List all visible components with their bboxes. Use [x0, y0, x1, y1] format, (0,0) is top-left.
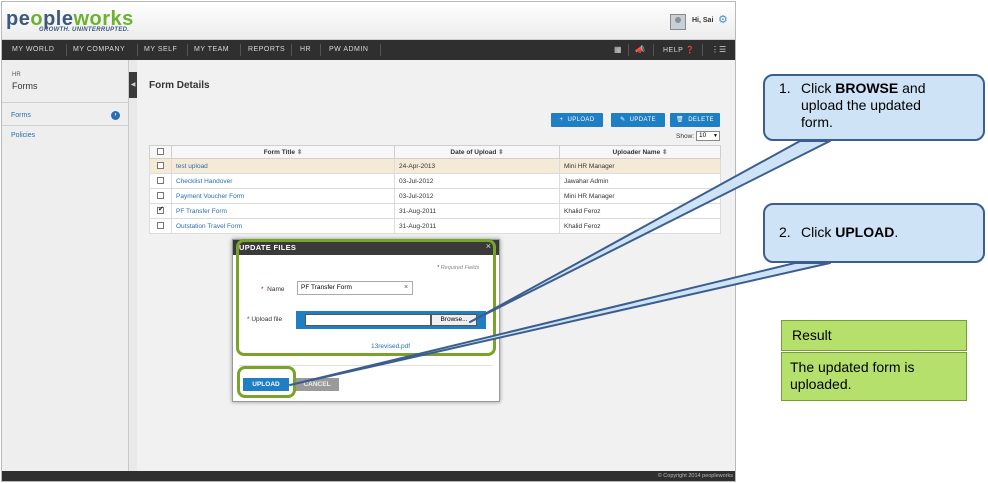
- step-text: Click: [801, 224, 836, 240]
- step-keyword: BROWSE: [835, 80, 899, 96]
- step-text: Click: [801, 80, 836, 96]
- callout-step-2: 2. Click UPLOAD.: [763, 203, 985, 263]
- result-heading: Result: [781, 320, 967, 351]
- step-number: 2.: [779, 224, 791, 240]
- step-text: .: [894, 224, 899, 240]
- step-text: upload the updated: [801, 97, 921, 113]
- callout-step-1: 1. Click BROWSE and upload the updated fo…: [763, 74, 985, 141]
- step-text: and: [898, 80, 926, 96]
- tutorial-slide: { "app": { "logo": { "part1": "pe", "o":…: [0, 0, 988, 483]
- callout-pointer-2: [289, 262, 831, 386]
- step-number: 1.: [779, 80, 791, 96]
- result-text: The updated form is uploaded.: [781, 352, 967, 401]
- step-text: form.: [801, 114, 833, 130]
- step-keyword: UPLOAD: [835, 224, 895, 240]
